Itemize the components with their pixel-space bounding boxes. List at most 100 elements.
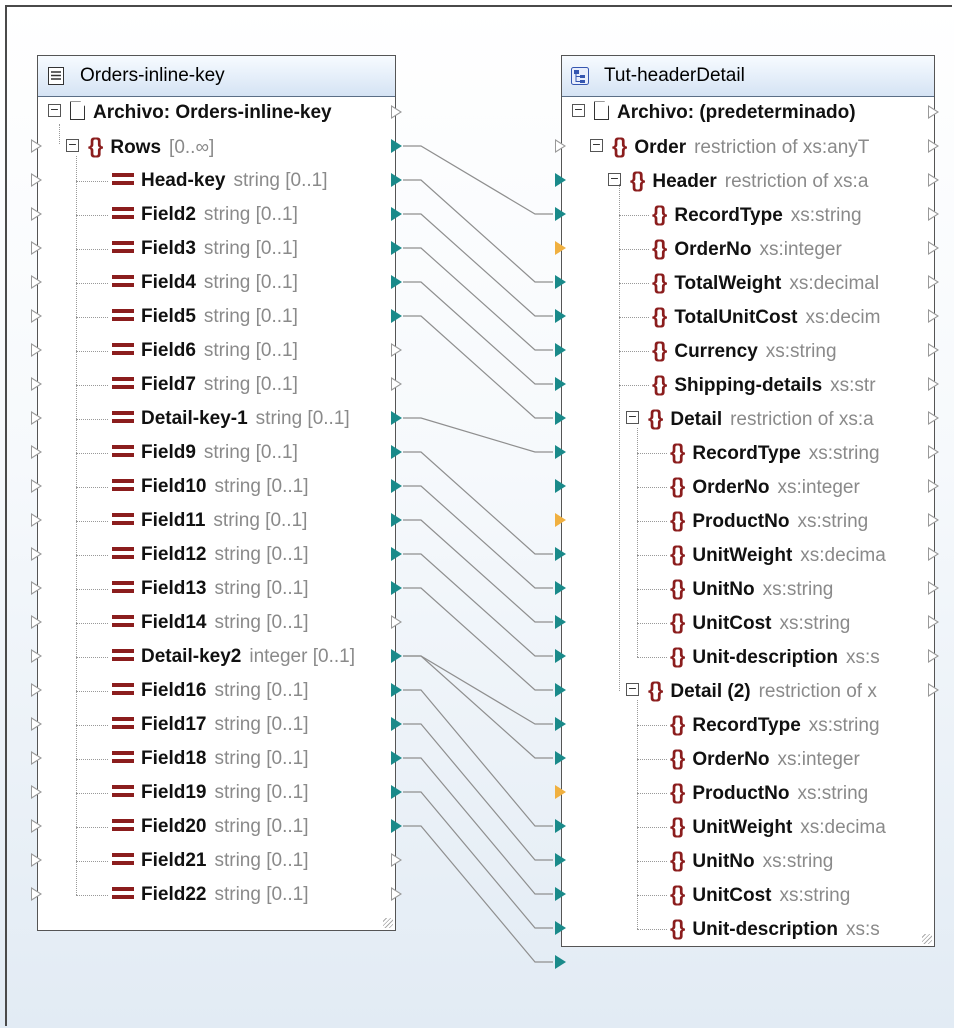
target-file-node[interactable]: − Archivo: (predeterminado) xyxy=(572,96,856,130)
connection-line[interactable] xyxy=(403,145,553,215)
source-field-row[interactable]: Field11 string [0..1] xyxy=(112,504,307,538)
detail2-child[interactable]: {} ProductNo xs:string xyxy=(670,776,868,810)
source-field-row[interactable]: Field21 string [0..1] xyxy=(112,844,308,878)
connection-line[interactable] xyxy=(403,485,553,589)
header-node[interactable]: −{} Header restriction of xs:a xyxy=(608,164,868,198)
collapse-toggle[interactable]: − xyxy=(626,411,639,425)
header-child[interactable]: {} TotalWeight xs:decimal xyxy=(652,266,879,300)
target-input-port[interactable] xyxy=(555,479,566,493)
source-output-port[interactable] xyxy=(391,139,402,153)
source-field-row[interactable]: Field12 string [0..1] xyxy=(112,538,308,572)
target-output-port[interactable] xyxy=(928,309,939,323)
source-field-row[interactable]: Field22 string [0..1] xyxy=(112,878,308,912)
connection-line[interactable] xyxy=(403,451,553,555)
header-child[interactable]: {} RecordType xs:string xyxy=(652,198,862,232)
source-input-port[interactable] xyxy=(31,241,42,255)
target-input-port[interactable] xyxy=(555,207,566,221)
target-input-port[interactable] xyxy=(555,139,566,153)
source-input-port[interactable] xyxy=(31,717,42,731)
target-input-port[interactable] xyxy=(555,751,566,765)
target-output-port[interactable] xyxy=(928,479,939,493)
source-output-port[interactable] xyxy=(391,785,402,799)
collapse-toggle[interactable]: − xyxy=(626,683,639,697)
source-field-row[interactable]: Field6 string [0..1] xyxy=(112,334,298,368)
source-output-port[interactable] xyxy=(391,683,402,697)
target-output-port[interactable] xyxy=(928,547,939,561)
source-input-port[interactable] xyxy=(31,411,42,425)
target-output-port[interactable] xyxy=(928,105,939,119)
connection-line[interactable] xyxy=(403,587,553,691)
target-output-port[interactable] xyxy=(928,615,939,629)
collapse-toggle[interactable]: − xyxy=(66,139,79,153)
source-output-port[interactable] xyxy=(391,105,402,119)
source-field-row[interactable]: Field19 string [0..1] xyxy=(112,776,308,810)
source-component[interactable]: Orders-inline-key − Archivo: Orders-inlin… xyxy=(37,55,396,931)
connection-line[interactable] xyxy=(403,315,553,419)
connection-line[interactable] xyxy=(403,247,553,351)
target-input-port[interactable] xyxy=(555,581,566,595)
connection-line[interactable] xyxy=(403,757,553,895)
source-output-port[interactable] xyxy=(391,547,402,561)
source-field-row[interactable]: Field2 string [0..1] xyxy=(112,198,298,232)
source-input-port[interactable] xyxy=(31,853,42,867)
target-input-port[interactable] xyxy=(555,343,566,357)
source-output-port[interactable] xyxy=(391,853,402,867)
source-field-row[interactable]: Field4 string [0..1] xyxy=(112,266,298,300)
connection-line[interactable] xyxy=(403,213,553,317)
source-input-port[interactable] xyxy=(31,615,42,629)
source-output-port[interactable] xyxy=(391,309,402,323)
detail-child[interactable]: {} UnitCost xs:string xyxy=(670,606,850,640)
source-input-port[interactable] xyxy=(31,377,42,391)
target-input-port[interactable] xyxy=(555,445,566,459)
target-input-port[interactable] xyxy=(555,683,566,697)
target-output-port[interactable] xyxy=(928,343,939,357)
source-output-port[interactable] xyxy=(391,887,402,901)
source-output-port[interactable] xyxy=(391,377,402,391)
target-input-port[interactable] xyxy=(555,887,566,901)
connection-line[interactable] xyxy=(403,689,553,827)
source-output-port[interactable] xyxy=(391,445,402,459)
detail-child[interactable]: {} ProductNo xs:string xyxy=(670,504,868,538)
source-input-port[interactable] xyxy=(31,173,42,187)
detail2-child[interactable]: {} UnitCost xs:string xyxy=(670,878,850,912)
source-field-row[interactable]: Field14 string [0..1] xyxy=(112,606,308,640)
target-input-port[interactable] xyxy=(555,275,566,289)
source-output-port[interactable] xyxy=(391,717,402,731)
target-input-port[interactable] xyxy=(555,955,566,969)
source-output-port[interactable] xyxy=(391,479,402,493)
source-output-port[interactable] xyxy=(391,615,402,629)
source-input-port[interactable] xyxy=(31,751,42,765)
source-input-port[interactable] xyxy=(31,309,42,323)
source-field-row[interactable]: Field20 string [0..1] xyxy=(112,810,308,844)
target-output-port[interactable] xyxy=(928,173,939,187)
connection-line[interactable] xyxy=(403,655,553,759)
target-input-port[interactable] xyxy=(555,241,566,255)
collapse-toggle[interactable]: − xyxy=(572,104,585,118)
target-input-port[interactable] xyxy=(555,853,566,867)
source-field-row[interactable]: Field10 string [0..1] xyxy=(112,470,308,504)
connection-line[interactable] xyxy=(403,281,553,385)
source-input-port[interactable] xyxy=(31,445,42,459)
source-output-port[interactable] xyxy=(391,275,402,289)
source-field-row[interactable]: Field7 string [0..1] xyxy=(112,368,298,402)
detail-child[interactable]: {} OrderNo xs:integer xyxy=(670,470,860,504)
detail2-node[interactable]: −{} Detail (2) restriction of x xyxy=(626,674,877,708)
target-input-port[interactable] xyxy=(555,649,566,663)
target-output-port[interactable] xyxy=(928,139,939,153)
detail2-child[interactable]: {} OrderNo xs:integer xyxy=(670,742,860,776)
source-output-port[interactable] xyxy=(391,173,402,187)
target-output-port[interactable] xyxy=(928,241,939,255)
target-output-port[interactable] xyxy=(928,377,939,391)
source-field-row[interactable]: Field18 string [0..1] xyxy=(112,742,308,776)
source-field-row[interactable]: Field5 string [0..1] xyxy=(112,300,298,334)
source-input-port[interactable] xyxy=(31,683,42,697)
source-field-row[interactable]: Field16 string [0..1] xyxy=(112,674,308,708)
source-output-port[interactable] xyxy=(391,513,402,527)
header-child[interactable]: {} Currency xs:string xyxy=(652,334,837,368)
connection-line[interactable] xyxy=(403,791,553,929)
connection-line[interactable] xyxy=(403,825,553,963)
target-output-port[interactable] xyxy=(928,649,939,663)
source-input-port[interactable] xyxy=(31,887,42,901)
source-field-row[interactable]: Field13 string [0..1] xyxy=(112,572,308,606)
target-input-port[interactable] xyxy=(555,615,566,629)
